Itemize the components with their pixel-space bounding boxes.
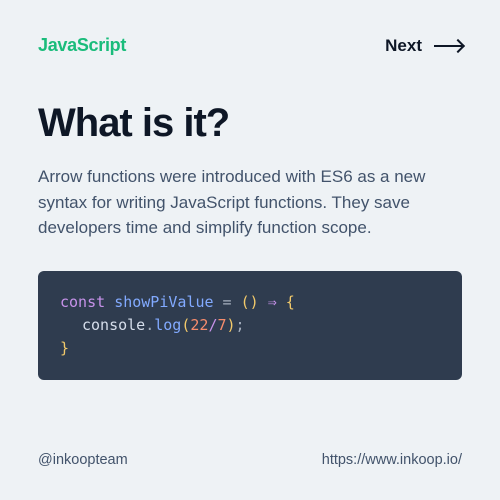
num-7: 7 — [217, 316, 226, 334]
call-close: ) — [227, 316, 236, 334]
dot-token: . — [145, 316, 154, 334]
semicolon: ; — [236, 316, 245, 334]
brand-label: JavaScript — [38, 35, 126, 56]
code-block: const showPiValue = () ⇒ { console.log(2… — [38, 271, 462, 381]
function-name: showPiValue — [114, 293, 213, 311]
brace-open: { — [286, 293, 295, 311]
social-handle[interactable]: @inkoopteam — [38, 452, 128, 468]
code-line-3: } — [60, 339, 69, 357]
keyword-const: const — [60, 293, 105, 311]
console-obj: console — [82, 316, 145, 334]
next-label: Next — [385, 36, 422, 56]
header: JavaScript Next — [38, 35, 462, 56]
paren-close: ) — [250, 293, 259, 311]
num-22: 22 — [190, 316, 208, 334]
brace-close: } — [60, 339, 69, 357]
equals-token: = — [214, 293, 241, 311]
description-text: Arrow functions were introduced with ES6… — [38, 164, 462, 241]
page-title: What is it? — [38, 101, 462, 146]
website-url[interactable]: https://www.inkoop.io/ — [322, 452, 462, 468]
next-button[interactable]: Next — [385, 36, 462, 56]
log-method: log — [154, 316, 181, 334]
code-line-1: const showPiValue = () ⇒ { — [60, 293, 295, 311]
code-line-2: console.log(22/7); — [60, 314, 440, 337]
footer: @inkoopteam https://www.inkoop.io/ — [38, 452, 462, 468]
paren-open: ( — [241, 293, 250, 311]
arrow-token: ⇒ — [259, 293, 286, 311]
arrow-right-icon — [434, 45, 462, 47]
